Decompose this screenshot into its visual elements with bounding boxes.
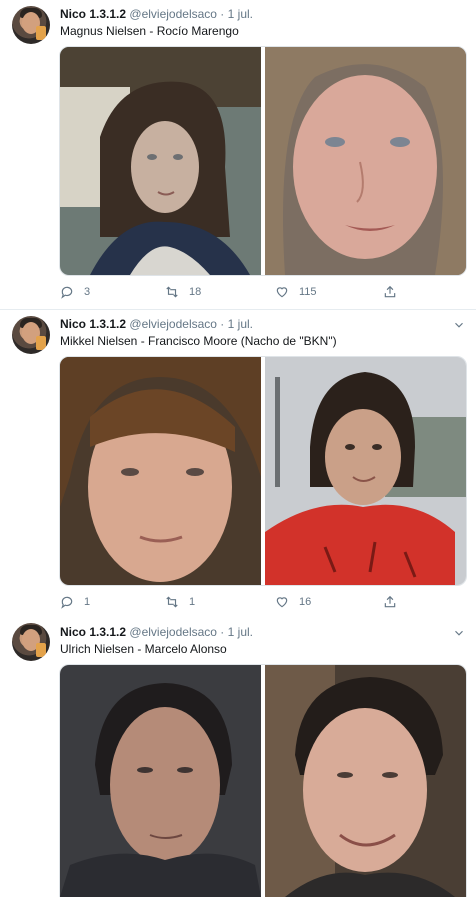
tweet-header: Nico 1.3.1.2 @elviejodelsaco · 1 jul. (60, 6, 253, 22)
reply-count: 1 (84, 596, 91, 608)
separator-dot: · (220, 317, 225, 331)
photo-portrait-man-dark-hair[interactable] (60, 665, 261, 897)
tweet-media[interactable] (59, 46, 467, 276)
reply-button[interactable]: 1 (60, 592, 90, 612)
reply-count: 3 (84, 286, 91, 298)
retweet-count: 1 (189, 596, 196, 608)
chevron-down-icon[interactable] (452, 318, 466, 332)
photo-portrait-blonde-woman[interactable] (265, 47, 466, 275)
like-button[interactable]: 16 (275, 592, 311, 612)
retweet-icon (166, 286, 178, 298)
photo-portrait-man-smiling[interactable] (265, 665, 466, 897)
share-button[interactable] (383, 282, 397, 302)
tweet-media[interactable] (59, 664, 467, 897)
avatar[interactable] (12, 623, 50, 661)
heart-icon (276, 597, 288, 608)
tweet-text: Ulrich Nielsen - Marcelo Alonso (60, 642, 227, 656)
heart-icon (276, 287, 288, 298)
timestamp[interactable]: 1 jul. (228, 317, 253, 331)
like-count: 115 (299, 286, 317, 298)
share-icon (384, 595, 396, 608)
like-count: 16 (299, 596, 312, 608)
tweet[interactable]: Nico 1.3.1.2 @elviejodelsaco · 1 jul. Ma… (0, 0, 476, 310)
photo-portrait-teen-red-shirt[interactable] (265, 357, 466, 585)
tweet-text: Mikkel Nielsen - Francisco Moore (Nacho … (60, 334, 337, 348)
tweet[interactable]: Nico 1.3.1.2 @elviejodelsaco · 1 jul. Mi… (0, 310, 476, 615)
tweet-actions: 1 1 16 (60, 592, 466, 612)
chevron-down-icon[interactable] (452, 626, 466, 640)
retweet-count: 18 (189, 286, 202, 298)
author-handle[interactable]: @elviejodelsaco (129, 7, 217, 21)
retweet-icon (166, 596, 178, 608)
separator-dot: · (220, 7, 225, 21)
tweet-header: Nico 1.3.1.2 @elviejodelsaco · 1 jul. (60, 316, 253, 332)
timestamp[interactable]: 1 jul. (228, 7, 253, 21)
timestamp[interactable]: 1 jul. (228, 625, 253, 639)
retweet-button[interactable]: 18 (165, 282, 201, 302)
reply-icon (61, 596, 73, 609)
separator-dot: · (220, 625, 225, 639)
retweet-button[interactable]: 1 (165, 592, 195, 612)
author-handle[interactable]: @elviejodelsaco (129, 317, 217, 331)
author-name[interactable]: Nico 1.3.1.2 (60, 625, 126, 639)
tweet-media[interactable] (59, 356, 467, 586)
photo-portrait-boy[interactable] (60, 357, 261, 585)
share-icon (384, 285, 396, 298)
reply-icon (61, 286, 73, 299)
tweet-text: Magnus Nielsen - Rocío Marengo (60, 24, 239, 38)
photo-portrait-long-hair-man[interactable] (60, 47, 261, 275)
tweet-actions: 3 18 115 (60, 282, 466, 302)
avatar[interactable] (12, 316, 50, 354)
tweet[interactable]: Nico 1.3.1.2 @elviejodelsaco · 1 jul. Ul… (0, 615, 476, 897)
reply-button[interactable]: 3 (60, 282, 90, 302)
author-handle[interactable]: @elviejodelsaco (129, 625, 217, 639)
share-button[interactable] (383, 592, 397, 612)
author-name[interactable]: Nico 1.3.1.2 (60, 7, 126, 21)
avatar[interactable] (12, 6, 50, 44)
tweet-header: Nico 1.3.1.2 @elviejodelsaco · 1 jul. (60, 624, 253, 640)
author-name[interactable]: Nico 1.3.1.2 (60, 317, 126, 331)
like-button[interactable]: 115 (275, 282, 317, 302)
